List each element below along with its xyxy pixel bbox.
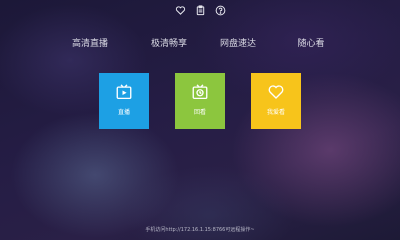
tile-favorites-label: 我爱看 bbox=[266, 109, 285, 116]
nav-item-watch-freely[interactable]: 随心看 bbox=[297, 36, 324, 49]
tile-replay[interactable]: 回看 bbox=[175, 73, 225, 129]
favorites-heart-icon[interactable] bbox=[174, 4, 186, 16]
tile-row: 直播 回看 我爱看 bbox=[0, 73, 400, 129]
help-icon[interactable] bbox=[214, 4, 226, 16]
tile-replay-label: 回看 bbox=[193, 109, 206, 116]
nav-item-ultra-hd[interactable]: 极清畅享 bbox=[151, 36, 187, 49]
tv-play-icon bbox=[116, 84, 132, 100]
nav-item-hd-live[interactable]: 高清直播 bbox=[72, 36, 108, 49]
heart-icon bbox=[268, 85, 284, 99]
remote-access-hint: 手机访问http://172.16.1.15:8766可远程操作~ bbox=[145, 227, 255, 233]
tv-clock-icon bbox=[192, 84, 208, 100]
tile-live[interactable]: 直播 bbox=[99, 73, 149, 129]
tile-favorites[interactable]: 我爱看 bbox=[251, 73, 301, 129]
clipboard-icon[interactable] bbox=[194, 4, 206, 16]
top-toolbar bbox=[0, 4, 400, 16]
tile-live-label: 直播 bbox=[117, 109, 130, 116]
nav-item-cloud-drive[interactable]: 网盘速达 bbox=[220, 36, 256, 49]
